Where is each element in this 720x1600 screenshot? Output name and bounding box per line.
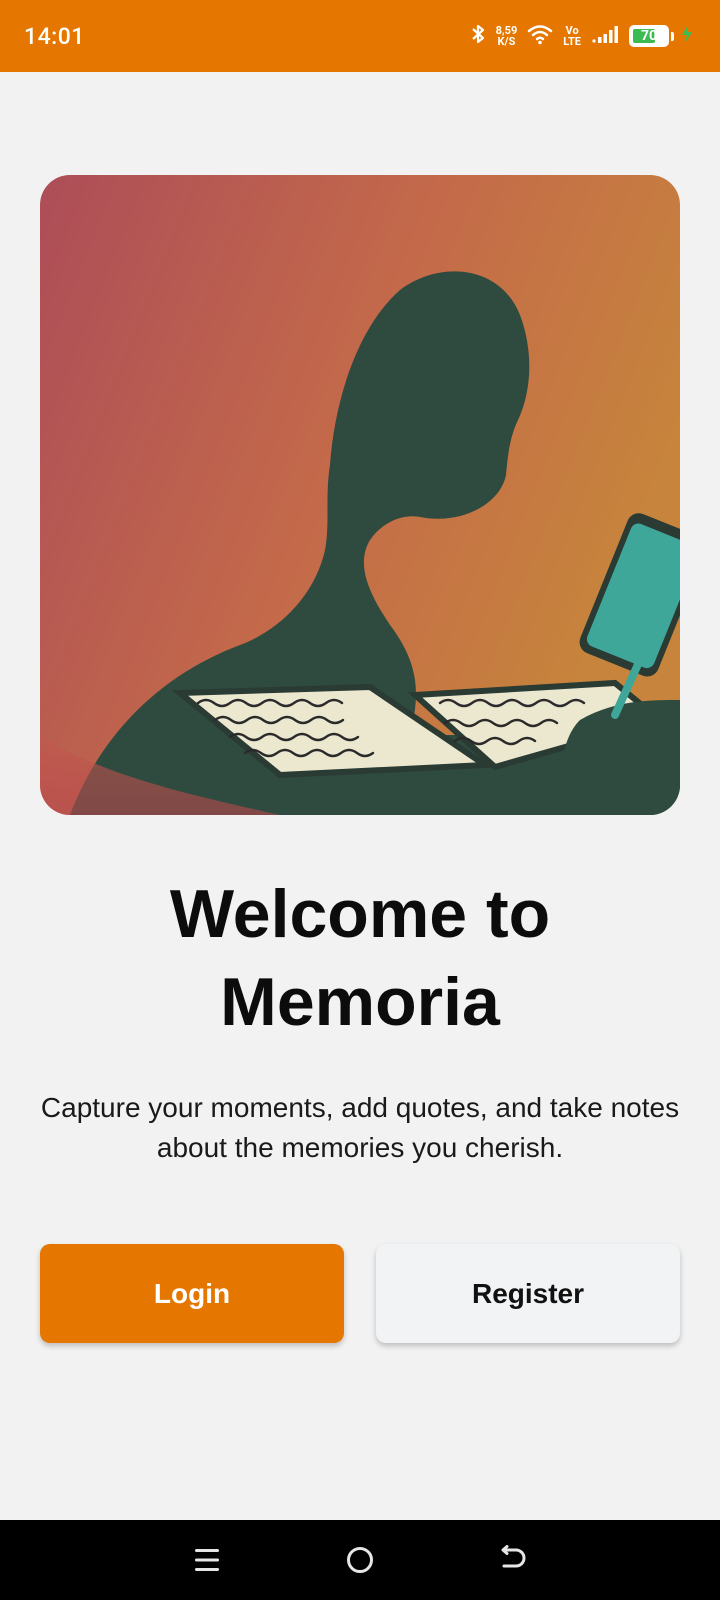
battery-tip [671,31,674,41]
menu-icon[interactable] [177,1530,237,1590]
signal-icon [591,24,619,48]
person-writing-journal-illustration [40,175,680,815]
status-bar: 14:01 8,59 K/S Vo LTE 70 [0,0,720,72]
battery-level: 70 [640,28,658,44]
battery-icon: 70 [629,25,669,47]
volte-indicator: Vo LTE [563,25,581,47]
welcome-title-line2: Memoria [220,964,500,1040]
charging-icon [680,24,694,48]
welcome-subtitle: Capture your moments, add quotes, and ta… [40,1092,680,1163]
net-speed-unit: K/S [497,35,516,48]
hero-illustration [40,175,680,815]
welcome-title: Welcome to Memoria [0,870,720,1046]
status-time: 14:01 [24,22,85,50]
back-icon[interactable] [483,1530,543,1590]
login-button[interactable]: Login [40,1244,344,1343]
register-button[interactable]: Register [376,1244,680,1343]
volte-bottom: LTE [563,35,581,48]
wifi-icon [527,23,553,49]
system-nav-bar [0,1520,720,1600]
bluetooth-icon [470,22,486,50]
status-icons: 8,59 K/S Vo LTE 70 [470,22,694,50]
welcome-title-line1: Welcome to [169,876,551,952]
home-icon[interactable] [330,1530,390,1590]
net-speed: 8,59 K/S [496,25,518,47]
